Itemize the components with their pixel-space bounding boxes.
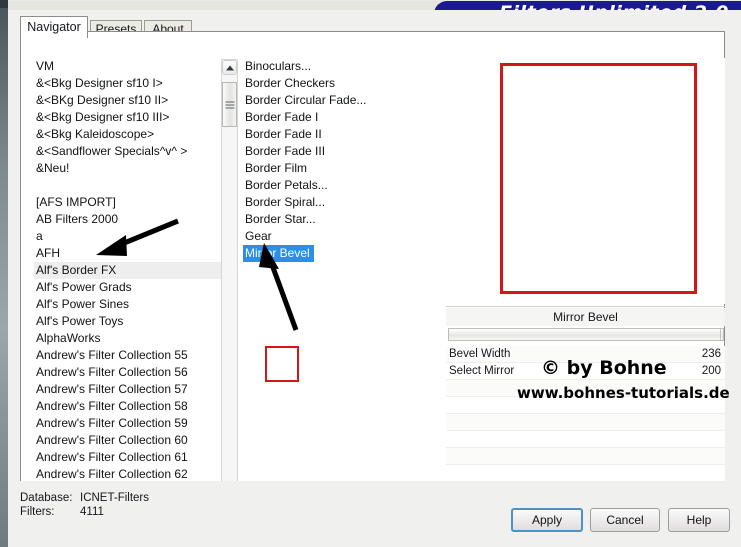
category-list-item[interactable]: &<Sandflower Specials^v^ > [34, 143, 228, 160]
filter-list-item[interactable]: Border Fade III [243, 143, 438, 160]
watermark-website: www.bohnes-tutorials.de [517, 384, 730, 402]
desktop-corner [0, 0, 8, 8]
filter-list-item[interactable]: Gear [243, 228, 438, 245]
parameter-label: Bevel Width [449, 348, 511, 360]
chevron-up-icon [225, 65, 234, 70]
category-list-item[interactable]: Andrew's Filter Collection 60 [34, 432, 228, 449]
tab-navigator[interactable]: Navigator [20, 16, 88, 38]
category-list-item[interactable]: VM [34, 58, 228, 75]
filter-list[interactable]: Binoculars... Border Checkers Border Circu… [243, 58, 438, 506]
category-list-item[interactable]: Andrew's Filter Collection 59 [34, 415, 228, 432]
filter-list-row[interactable]: Border Checkers [243, 75, 438, 92]
filter-list-row[interactable]: Border Petals... [243, 177, 438, 194]
filter-list-row[interactable]: Gear [243, 228, 438, 245]
category-list-item[interactable]: &<Bkg Designer sf10 I> [34, 75, 228, 92]
category-list-spacer [34, 177, 228, 194]
filter-list-item[interactable]: Border Checkers [243, 75, 438, 92]
category-list-item[interactable]: Andrew's Filter Collection 61 [34, 449, 228, 466]
filter-list-item[interactable]: Border Star... [243, 211, 438, 228]
filter-list-item[interactable]: Binoculars... [243, 58, 438, 75]
filter-list-item[interactable]: Mirror Bevel [243, 245, 314, 262]
parameter-value[interactable]: 200 [681, 363, 721, 379]
category-list-item[interactable]: &<BKg Designer sf10 II> [34, 92, 228, 109]
status-filters-value: 4111 [80, 506, 104, 518]
filter-list-row[interactable]: Border Fade III [243, 143, 438, 160]
category-list-item[interactable]: AB Filters 2000 [34, 211, 228, 228]
category-list-item[interactable]: Alf's Power Grads [34, 279, 228, 296]
preview-image-highlight [500, 63, 697, 294]
category-list-item[interactable]: AlphaWorks [34, 330, 228, 347]
preview-hscrollbar-thumb[interactable] [449, 329, 721, 340]
desktop-background-strip [0, 0, 8, 547]
dialog-body: Navigator Presets About VM &<Bkg Designer… [8, 10, 741, 547]
parameter-row[interactable] [446, 448, 725, 465]
filter-list-row[interactable]: Binoculars... [243, 58, 438, 75]
scrollbar-thumb[interactable] [222, 82, 237, 127]
status-database-value: ICNET-Filters [80, 492, 149, 504]
filter-list-row[interactable]: Border Star... [243, 211, 438, 228]
filter-list-row[interactable]: Border Fade II [243, 126, 438, 143]
category-list-item[interactable]: [AFS IMPORT] [34, 194, 228, 211]
category-list-item[interactable]: Alf's Power Sines [34, 296, 228, 313]
category-list-item[interactable]: Andrew's Filter Collection 58 [34, 398, 228, 415]
parameter-row[interactable] [446, 414, 725, 431]
filter-list-item[interactable]: Border Petals... [243, 177, 438, 194]
category-list[interactable]: VM &<Bkg Designer sf10 I> &<BKg Designer s… [34, 58, 228, 506]
filter-list-item[interactable]: Border Circular Fade... [243, 92, 438, 109]
cancel-button[interactable]: Cancel [590, 508, 660, 532]
filters-unlimited-window: Filters Unlimited 2.0 Navigator Presets … [0, 0, 741, 547]
watermark-copyright: © by Bohne [541, 357, 667, 379]
preview-separator [446, 306, 725, 307]
status-filters-label: Filters: [20, 506, 55, 518]
preview-area[interactable] [446, 58, 725, 304]
category-list-item[interactable]: &<Bkg Kaleidoscope> [34, 126, 228, 143]
filter-list-item[interactable]: Border Spiral... [243, 194, 438, 211]
preview-horizontal-scrollbar[interactable] [448, 328, 724, 341]
parameter-label: Select Mirror [449, 365, 515, 377]
navigator-panel: VM &<Bkg Designer sf10 I> &<BKg Designer s… [20, 31, 730, 528]
category-list-item[interactable]: Andrew's Filter Collection 55 [34, 347, 228, 364]
filter-list-row[interactable]: Mirror Bevel [243, 245, 438, 262]
category-list-item[interactable]: a [34, 228, 228, 245]
filter-list-row[interactable]: Border Spiral... [243, 194, 438, 211]
status-database-row: Database: ICNET-Filters [20, 491, 149, 505]
selected-filter-name: Mirror Bevel [446, 308, 725, 326]
apply-button[interactable]: Apply [511, 508, 583, 532]
category-list-item[interactable]: Alf's Border FX [34, 262, 228, 279]
filter-list-item[interactable]: Border Fade I [243, 109, 438, 126]
category-list-item[interactable]: &Neu! [34, 160, 228, 177]
parameter-row[interactable] [446, 431, 725, 448]
parameter-value[interactable]: 236 [681, 346, 721, 362]
parameter-row[interactable] [446, 465, 725, 482]
status-area: Database: ICNET-Filters Filters: 4111 [20, 491, 149, 519]
category-list-item[interactable]: Andrew's Filter Collection 56 [34, 364, 228, 381]
help-button[interactable]: Help [668, 508, 730, 532]
category-list-scrollbar[interactable] [221, 59, 238, 505]
filter-list-row[interactable]: Border Film [243, 160, 438, 177]
category-list-item[interactable]: Andrew's Filter Collection 57 [34, 381, 228, 398]
grip-icon [225, 101, 234, 108]
filter-list-row[interactable]: Border Fade I [243, 109, 438, 126]
scroll-up-button[interactable] [222, 60, 237, 75]
filter-list-row[interactable]: Border Circular Fade... [243, 92, 438, 109]
filter-list-item[interactable]: Border Film [243, 160, 438, 177]
category-list-item[interactable]: AFH [34, 245, 228, 262]
category-list-item[interactable]: Alf's Power Toys [34, 313, 228, 330]
category-list-item[interactable]: &<Bkg Designer sf10 III> [34, 109, 228, 126]
filter-list-item[interactable]: Border Fade II [243, 126, 438, 143]
status-database-label: Database: [20, 492, 73, 504]
status-filters-row: Filters: 4111 [20, 505, 149, 519]
